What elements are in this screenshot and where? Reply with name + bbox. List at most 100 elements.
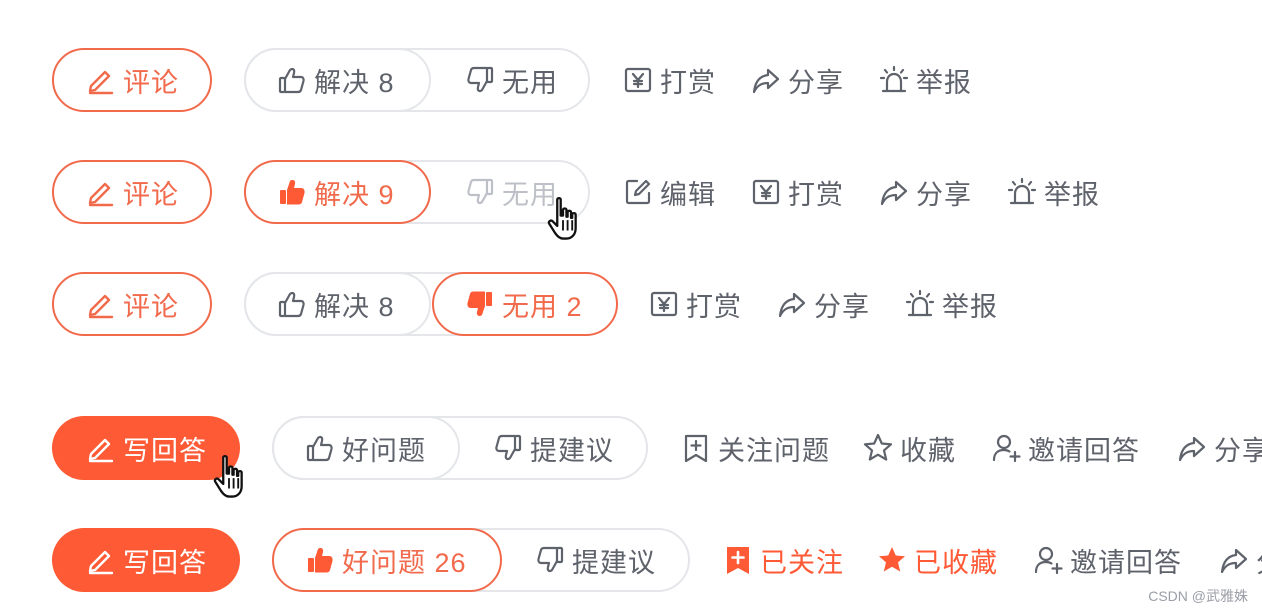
follow-question-button[interactable]: 关注问题: [680, 416, 830, 480]
useless-button[interactable]: 无用: [434, 48, 590, 112]
followed-label: 已关注: [760, 547, 844, 578]
reward-label: 打赏: [686, 291, 742, 322]
suggest-label: 提建议: [530, 435, 614, 466]
alarm-icon: [878, 64, 910, 96]
good-question-button-active[interactable]: 好问题 26: [272, 528, 502, 592]
invite-answer-button[interactable]: 邀请回答: [1032, 528, 1182, 592]
thumbs-down-icon: [534, 544, 566, 576]
edit-button[interactable]: 编辑: [622, 160, 716, 224]
solve-label: 解决 9: [314, 179, 395, 210]
write-answer-label: 写回答: [123, 435, 207, 466]
share-button[interactable]: 分享: [776, 272, 870, 336]
thumbs-up-icon: [276, 288, 308, 320]
share-button[interactable]: 分享: [1218, 528, 1262, 592]
follow-label: 关注问题: [718, 435, 830, 466]
report-label: 举报: [916, 67, 972, 98]
share-icon: [750, 64, 782, 96]
useless-label: 无用: [502, 67, 558, 98]
pencil-icon: [85, 176, 117, 208]
write-answer-button[interactable]: 写回答: [52, 528, 240, 592]
reward-button[interactable]: 打赏: [648, 272, 742, 336]
answer-toolbar-row-2: 评论 解决 9 无用 编辑 打赏 分享 举报: [0, 160, 1262, 240]
reward-button[interactable]: 打赏: [750, 160, 844, 224]
watermark: CSDN @武雅姝: [1148, 588, 1248, 604]
vote-group: 解决 8 无用: [244, 48, 590, 112]
good-question-label: 好问题 26: [342, 547, 467, 578]
share-label: 分享: [916, 179, 972, 210]
share-button[interactable]: 分享: [1176, 416, 1262, 480]
report-button[interactable]: 举报: [878, 48, 972, 112]
comment-label: 评论: [123, 291, 179, 322]
share-label: 分享: [788, 67, 844, 98]
solve-button[interactable]: 解决 8: [244, 48, 431, 112]
favorited-label: 已收藏: [914, 547, 998, 578]
invite-label: 邀请回答: [1070, 547, 1182, 578]
question-vote-group: 好问题 提建议: [272, 416, 648, 480]
vote-group: 解决 8 无用 2: [244, 272, 618, 336]
share-icon: [878, 176, 910, 208]
report-label: 举报: [942, 291, 998, 322]
solve-button[interactable]: 解决 8: [244, 272, 431, 336]
thumbs-up-icon: [276, 176, 308, 208]
share-label: 分享: [1256, 541, 1262, 580]
report-button[interactable]: 举报: [1006, 160, 1100, 224]
vote-group: 解决 9 无用: [244, 160, 590, 224]
share-icon: [1218, 544, 1250, 576]
useless-button-active[interactable]: 无用 2: [432, 272, 618, 336]
comment-label: 评论: [123, 67, 179, 98]
user-add-icon: [990, 432, 1022, 464]
invite-answer-button[interactable]: 邀请回答: [990, 416, 1140, 480]
reward-icon: [750, 176, 782, 208]
share-icon: [1176, 432, 1208, 464]
thumbs-down-icon: [464, 64, 496, 96]
reward-button[interactable]: 打赏: [622, 48, 716, 112]
favorite-button[interactable]: 收藏: [862, 416, 956, 480]
thumbs-up-icon: [304, 432, 336, 464]
star-icon: [876, 544, 908, 576]
write-answer-label: 写回答: [123, 547, 207, 578]
answer-toolbar-row-1: 评论 解决 8 无用 打赏 分享 举报: [0, 48, 1262, 112]
pencil-icon: [85, 544, 117, 576]
comment-label: 评论: [123, 179, 179, 210]
star-icon: [862, 432, 894, 464]
reward-label: 打赏: [660, 67, 716, 98]
comment-button[interactable]: 评论: [52, 160, 212, 224]
share-button[interactable]: 分享: [750, 48, 844, 112]
plus-box-icon: [680, 432, 712, 464]
pencil-icon: [85, 64, 117, 96]
edit-label: 编辑: [660, 179, 716, 210]
question-toolbar-row-2: 写回答 好问题 26 提建议 已关注 已收藏 邀请回答 分享: [0, 528, 1262, 592]
report-label: 举报: [1044, 179, 1100, 210]
reward-label: 打赏: [788, 179, 844, 210]
suggest-button[interactable]: 提建议: [462, 416, 648, 480]
followed-button[interactable]: 已关注: [722, 528, 844, 592]
suggest-label: 提建议: [572, 547, 656, 578]
suggest-button[interactable]: 提建议: [504, 528, 690, 592]
favorited-button[interactable]: 已收藏: [876, 528, 998, 592]
report-button[interactable]: 举报: [904, 272, 998, 336]
favorite-label: 收藏: [900, 435, 956, 466]
thumbs-up-icon: [276, 64, 308, 96]
good-question-label: 好问题: [342, 435, 426, 466]
share-button[interactable]: 分享: [878, 160, 972, 224]
pencil-icon: [85, 288, 117, 320]
edit-icon: [622, 176, 654, 208]
user-add-icon: [1032, 544, 1064, 576]
good-question-button[interactable]: 好问题: [272, 416, 460, 480]
solve-button-active[interactable]: 解决 9: [244, 160, 431, 224]
plus-box-icon: [722, 544, 754, 576]
thumbs-up-icon: [304, 544, 336, 576]
thumbs-down-icon: [492, 432, 524, 464]
share-label: 分享: [1214, 435, 1262, 466]
question-vote-group: 好问题 26 提建议: [272, 528, 690, 592]
alarm-icon: [904, 288, 936, 320]
reward-icon: [622, 64, 654, 96]
useless-label: 无用 2: [502, 291, 583, 322]
comment-button[interactable]: 评论: [52, 48, 212, 112]
comment-button[interactable]: 评论: [52, 272, 212, 336]
thumbs-down-icon: [464, 176, 496, 208]
alarm-icon: [1006, 176, 1038, 208]
solve-label: 解决 8: [314, 67, 395, 98]
share-icon: [776, 288, 808, 320]
thumbs-down-icon: [464, 288, 496, 320]
